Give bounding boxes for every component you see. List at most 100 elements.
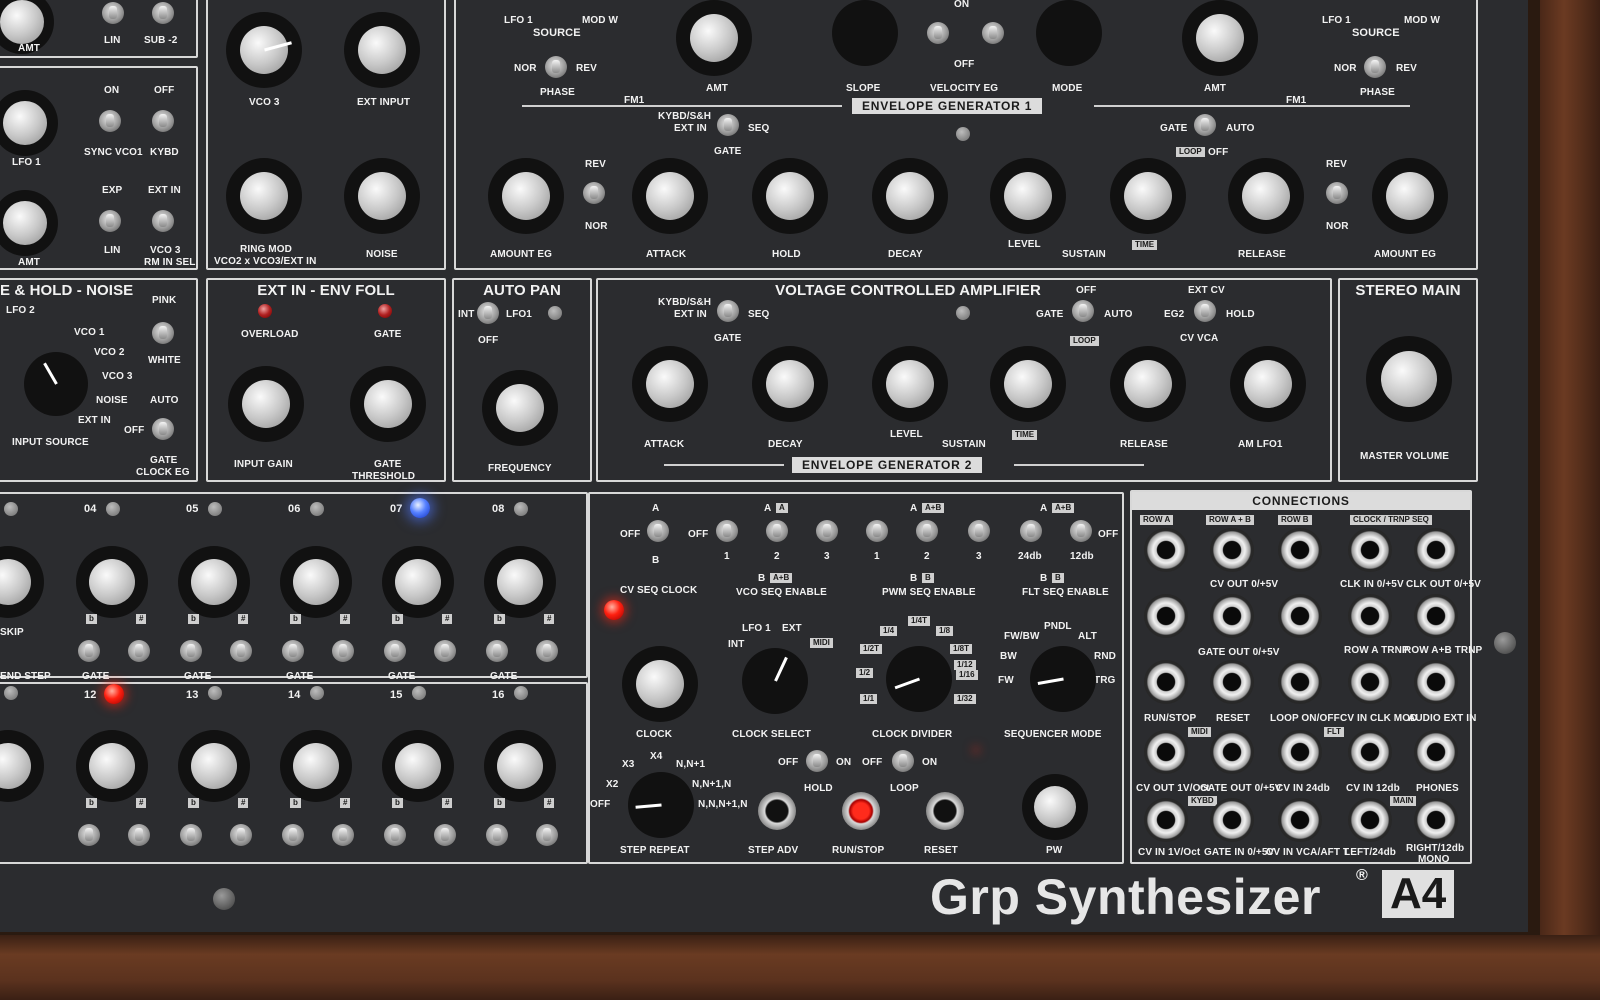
knob-step-16[interactable] [484,730,556,802]
toggle-rm-sel[interactable] [152,210,174,232]
toggle-skip-14[interactable] [332,824,354,846]
knob-eg1-time[interactable] [1110,158,1186,234]
toggle-vco-seq-1[interactable] [716,520,738,542]
toggle-sub[interactable] [152,2,174,24]
toggle-gate-05[interactable] [180,640,202,662]
toggle-gate-06[interactable] [282,640,304,662]
knob-input-source[interactable] [24,352,88,416]
knob-pw[interactable] [1022,774,1088,840]
jack-gate-out-5v[interactable] [1210,730,1254,774]
jack-cv-out-a[interactable] [1144,528,1188,572]
toggle-vel-2[interactable] [982,22,1004,44]
toggle-gate-04[interactable] [78,640,100,662]
jack-cv-out-1v[interactable] [1144,730,1188,774]
toggle-phase-2[interactable] [1364,56,1386,78]
knob-eg1-level[interactable] [990,158,1066,234]
jack-gate-out-ab[interactable] [1210,594,1254,638]
knob-step-05[interactable] [178,546,250,618]
toggle-hold[interactable] [806,750,828,772]
toggle-loop[interactable] [892,750,914,772]
knob-gate-threshold[interactable] [350,366,426,442]
toggle-gate-07[interactable] [384,640,406,662]
toggle-vca-source[interactable] [1194,300,1216,322]
toggle-seq-row[interactable] [647,520,669,542]
jack-audio-ext[interactable] [1414,660,1458,704]
jack-right[interactable] [1414,798,1458,842]
knob-am-lfo1[interactable] [1230,346,1306,422]
toggle-gate-13[interactable] [180,824,202,846]
jack-reset[interactable] [1210,660,1254,704]
knob-vca-level[interactable] [872,346,948,422]
jack-clk-in[interactable] [1348,528,1392,572]
knob-eg1-hold[interactable] [752,158,828,234]
knob-eg1-amount[interactable] [488,158,564,234]
knob-step-15[interactable] [382,730,454,802]
knob-eg1-decay[interactable] [872,158,948,234]
jack-gate-out-a[interactable] [1144,594,1188,638]
toggle-gate-08[interactable] [486,640,508,662]
toggle-eg1-auto[interactable] [1194,114,1216,136]
knob-vca-time[interactable] [990,346,1066,422]
jack-cv-in-1v[interactable] [1144,798,1188,842]
jack-row-ab-trnp[interactable] [1414,594,1458,638]
toggle-flt-seq-2[interactable] [1070,520,1092,542]
toggle-eg1-trigger[interactable] [717,114,739,136]
knob-eg1-release[interactable] [1228,158,1304,234]
knob-clock[interactable] [622,646,698,722]
knob-sequencer-mode[interactable] [1030,646,1096,712]
jack-gate-in[interactable] [1210,798,1254,842]
run-stop-button[interactable] [842,792,880,830]
knob-mode[interactable] [1036,0,1102,66]
knob-step-repeat[interactable] [628,772,694,838]
knob-fm-amt-2[interactable] [1182,0,1258,76]
knob-vco3-level[interactable] [226,12,302,88]
jack-cv-24db[interactable] [1278,730,1322,774]
toggle-pwm-seq-3[interactable] [968,520,990,542]
toggle-gate-12[interactable] [78,824,100,846]
jack-cv-out-b[interactable] [1278,528,1322,572]
toggle-vca-auto[interactable] [1072,300,1094,322]
toggle-eg1-rev[interactable] [583,182,605,204]
jack-loop-onoff[interactable] [1278,660,1322,704]
knob-vca-attack[interactable] [632,346,708,422]
jack-phones[interactable] [1414,730,1458,774]
toggle-gate-16[interactable] [486,824,508,846]
toggle-exp[interactable] [99,210,121,232]
knob-step-08[interactable] [484,546,556,618]
jack-gate-out-b[interactable] [1278,594,1322,638]
toggle-skip-07[interactable] [434,640,456,662]
step-adv-button[interactable] [758,792,796,830]
toggle-kybd[interactable] [152,110,174,132]
toggle-vco-seq-3[interactable] [816,520,838,542]
toggle-skip-08[interactable] [536,640,558,662]
toggle-vco-seq-2[interactable] [766,520,788,542]
knob-step-13[interactable] [178,730,250,802]
toggle-sync[interactable] [99,110,121,132]
toggle-skip-04[interactable] [128,640,150,662]
jack-cv-out-ab[interactable] [1210,528,1254,572]
toggle-flt-seq-1[interactable] [1020,520,1042,542]
knob-vca-decay[interactable] [752,346,828,422]
toggle-skip-15[interactable] [434,824,456,846]
knob-slope[interactable] [832,0,898,66]
toggle-skip-13[interactable] [230,824,252,846]
knob-noise-level[interactable] [344,158,420,234]
knob-fm-amt[interactable] [676,0,752,76]
jack-left[interactable] [1348,798,1392,842]
reset-button[interactable] [926,792,964,830]
knob-pan-frequency[interactable] [482,370,558,446]
knob-eg1-attack[interactable] [632,158,708,234]
toggle-skip-16[interactable] [536,824,558,846]
knob-ext-input[interactable] [344,12,420,88]
toggle-pan-source[interactable] [477,302,499,324]
knob-step-14[interactable] [280,730,352,802]
toggle-skip-06[interactable] [332,640,354,662]
jack-run-stop[interactable] [1144,660,1188,704]
knob-step-07[interactable] [382,546,454,618]
knob-vca-release[interactable] [1110,346,1186,422]
knob-step-04[interactable] [76,546,148,618]
toggle-phase[interactable] [545,56,567,78]
knob-eg1-amount-2[interactable] [1372,158,1448,234]
toggle-gate-15[interactable] [384,824,406,846]
knob-clock-select[interactable] [742,648,808,714]
